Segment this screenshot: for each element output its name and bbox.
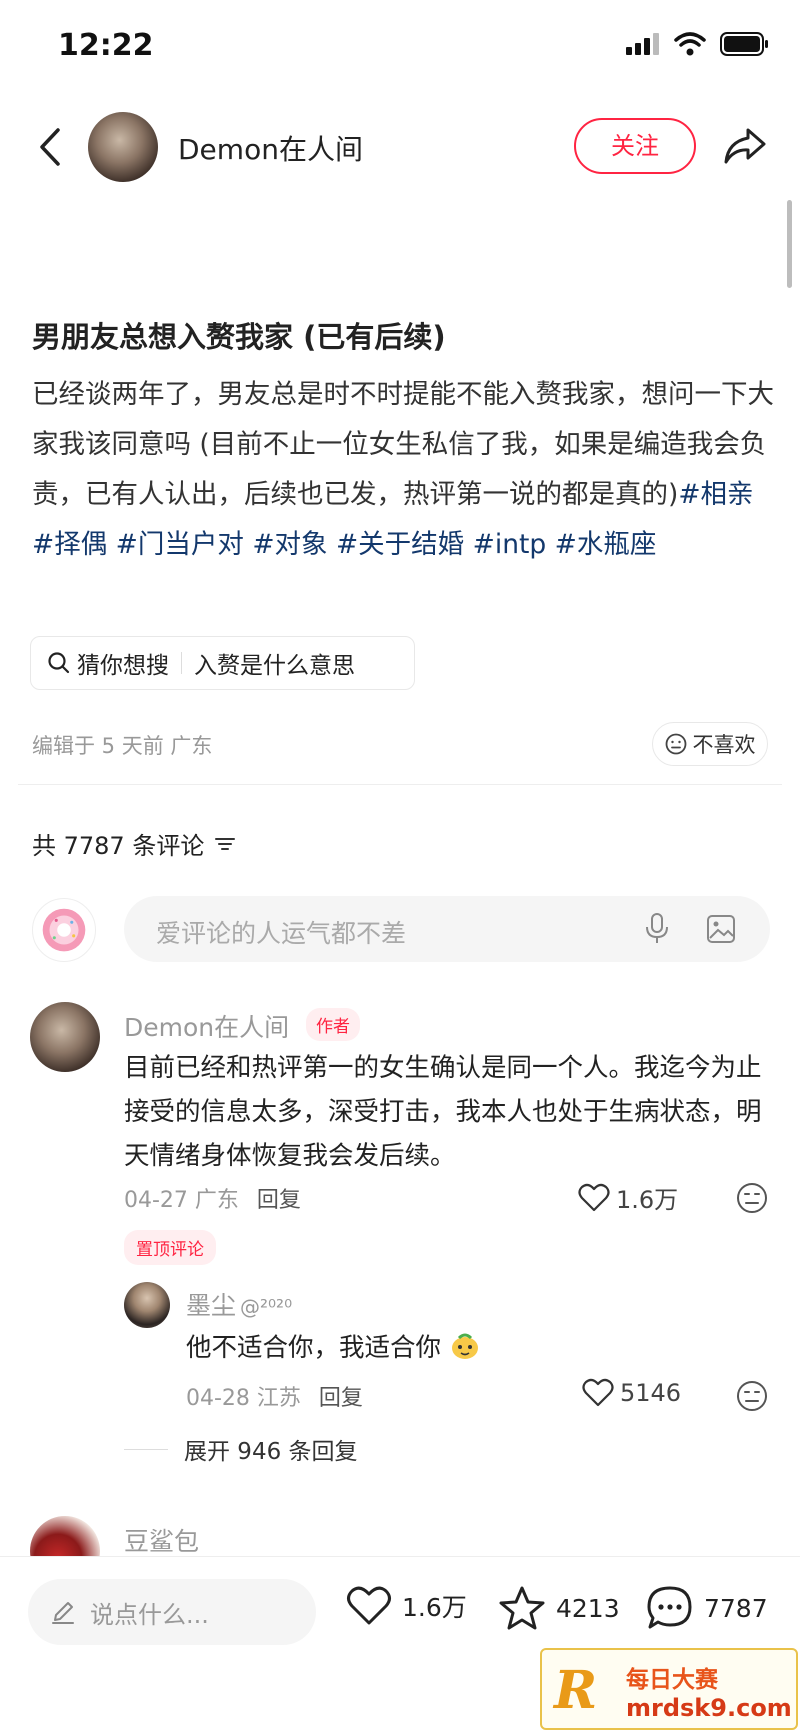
hashtag[interactable]: #门当户对 bbox=[116, 529, 244, 560]
sort-icon bbox=[215, 837, 236, 850]
separator bbox=[181, 652, 182, 674]
signal-icon bbox=[626, 33, 659, 55]
pinned-badge: 置顶评论 bbox=[124, 1230, 216, 1265]
author-badge: 作者 bbox=[306, 1008, 360, 1041]
expand-label: 展开 946 条回复 bbox=[184, 1439, 358, 1465]
status-icons bbox=[626, 32, 770, 56]
reply-date: 04-28 江苏 bbox=[186, 1386, 301, 1411]
comment-meta: 04-27 广东 回复 bbox=[124, 1182, 301, 1214]
comment-date: 04-27 广东 bbox=[124, 1188, 239, 1213]
search-icon bbox=[48, 652, 70, 674]
edited-meta: 编辑于 5 天前 广东 bbox=[32, 734, 213, 758]
post-title: 男朋友总想入赘我家 (已有后续) bbox=[32, 320, 446, 354]
reply-button[interactable]: 回复 bbox=[257, 1188, 301, 1213]
post-comment-count: 7787 bbox=[704, 1593, 768, 1623]
hashtag[interactable]: #择偶 bbox=[32, 529, 107, 560]
heart-icon bbox=[582, 1378, 614, 1407]
hashtag[interactable]: #intp bbox=[473, 529, 547, 560]
scroll-indicator bbox=[787, 200, 792, 288]
status-bar: 12:22 bbox=[0, 0, 800, 96]
watermark-title: 每日大赛 bbox=[626, 1667, 718, 1693]
hashtag[interactable]: #对象 bbox=[252, 529, 327, 560]
heart-icon bbox=[347, 1586, 391, 1625]
post-like-count: 1.6万 bbox=[402, 1593, 467, 1622]
wifi-icon bbox=[674, 32, 706, 56]
emoji-sticker-icon bbox=[452, 1333, 479, 1359]
battery-icon bbox=[720, 32, 768, 56]
watermark-url: mrdsk9.com bbox=[626, 1694, 792, 1722]
reply-like[interactable]: 5146 bbox=[582, 1378, 681, 1408]
my-avatar[interactable] bbox=[32, 898, 96, 962]
neutral-face-icon bbox=[665, 733, 686, 755]
hashtag[interactable]: #水瓶座 bbox=[555, 529, 657, 560]
post-body: 已经谈两年了，男友总是时不时提能不能入赘我家，想问一下大家我该同意吗 (目前不止… bbox=[32, 370, 780, 570]
post-text: 已经谈两年了，男友总是时不时提能不能入赘我家，想问一下大家我该同意吗 (目前不止… bbox=[32, 379, 774, 510]
expand-replies[interactable]: 展开 946 条回复 bbox=[124, 1432, 358, 1466]
comment-placeholder: 爱评论的人运气都不差 bbox=[156, 919, 407, 948]
comment-count-text: 共 7787 条评论 bbox=[32, 832, 205, 860]
status-time: 12:22 bbox=[58, 28, 154, 63]
hashtag[interactable]: #关于结婚 bbox=[336, 529, 464, 560]
related-search[interactable]: 猜你想搜 入赘是什么意思 bbox=[30, 636, 415, 690]
reply-meta: 04-28 江苏 回复 bbox=[186, 1380, 363, 1412]
say-placeholder: 说点什么... bbox=[90, 1600, 209, 1629]
post-like-button[interactable]: 1.6万 bbox=[346, 1585, 467, 1627]
dislike-button[interactable]: 不喜欢 bbox=[652, 722, 768, 766]
comment-text[interactable]: 目前已经和热评第一的女生确认是同一个人。我迄今为止接受的信息太多，深受打击，我本… bbox=[124, 1046, 774, 1178]
pencil-icon bbox=[52, 1602, 74, 1624]
reply-text[interactable]: 他不适合你，我适合你 bbox=[186, 1326, 481, 1370]
comment-avatar[interactable] bbox=[30, 1002, 100, 1072]
chat-bubble-icon bbox=[647, 1586, 692, 1629]
reply-like-count: 5146 bbox=[620, 1379, 682, 1407]
guess-query[interactable]: 入赘是什么意思 bbox=[194, 646, 355, 680]
reply-user-suffix: @²⁰²⁰ bbox=[240, 1295, 293, 1319]
dislike-label: 不喜欢 bbox=[692, 733, 756, 757]
post-collect-count: 4213 bbox=[556, 1593, 620, 1623]
reply-reply-button[interactable]: 回复 bbox=[319, 1386, 363, 1411]
watermark: R 每日大赛 mrdsk9.com bbox=[540, 1648, 798, 1730]
watermark-logo: R bbox=[554, 1660, 598, 1721]
like-count: 1.6万 bbox=[616, 1186, 679, 1214]
microphone-icon[interactable] bbox=[644, 912, 670, 946]
star-icon bbox=[499, 1586, 545, 1630]
comment-input[interactable]: 爱评论的人运气都不差 bbox=[124, 896, 770, 962]
divider bbox=[18, 784, 782, 785]
say-something-input[interactable]: 说点什么... bbox=[28, 1579, 316, 1645]
share-icon[interactable] bbox=[720, 122, 768, 170]
author-avatar[interactable] bbox=[88, 112, 158, 182]
comment-like[interactable]: 1.6万 bbox=[578, 1180, 678, 1215]
author-name[interactable]: Demon在人间 bbox=[178, 128, 363, 168]
hashtag[interactable]: #相亲 bbox=[678, 479, 753, 510]
expand-line bbox=[124, 1448, 168, 1450]
reply-username: 墨尘 bbox=[186, 1291, 237, 1320]
post-collect-button[interactable]: 4213 bbox=[498, 1585, 620, 1631]
nav-bar: Demon在人间 关注 bbox=[0, 100, 800, 200]
reply-avatar[interactable] bbox=[124, 1282, 170, 1328]
image-icon[interactable] bbox=[706, 914, 736, 944]
reply-text-content: 他不适合你，我适合你 bbox=[186, 1333, 442, 1363]
dislike-face-icon[interactable] bbox=[736, 1182, 768, 1214]
back-icon[interactable] bbox=[30, 122, 70, 172]
comment-username[interactable]: Demon在人间 bbox=[124, 1008, 289, 1044]
guess-label: 猜你想搜 bbox=[77, 653, 169, 679]
heart-icon bbox=[578, 1183, 610, 1211]
dislike-face-icon[interactable] bbox=[736, 1380, 768, 1412]
reply-username-row[interactable]: 墨尘 @²⁰²⁰ bbox=[186, 1286, 292, 1322]
comment-count[interactable]: 共 7787 条评论 bbox=[32, 826, 236, 861]
follow-button[interactable]: 关注 bbox=[574, 118, 696, 174]
comment-username[interactable]: 豆鲨包 bbox=[124, 1522, 199, 1558]
post-comment-button[interactable]: 7787 bbox=[646, 1585, 768, 1631]
